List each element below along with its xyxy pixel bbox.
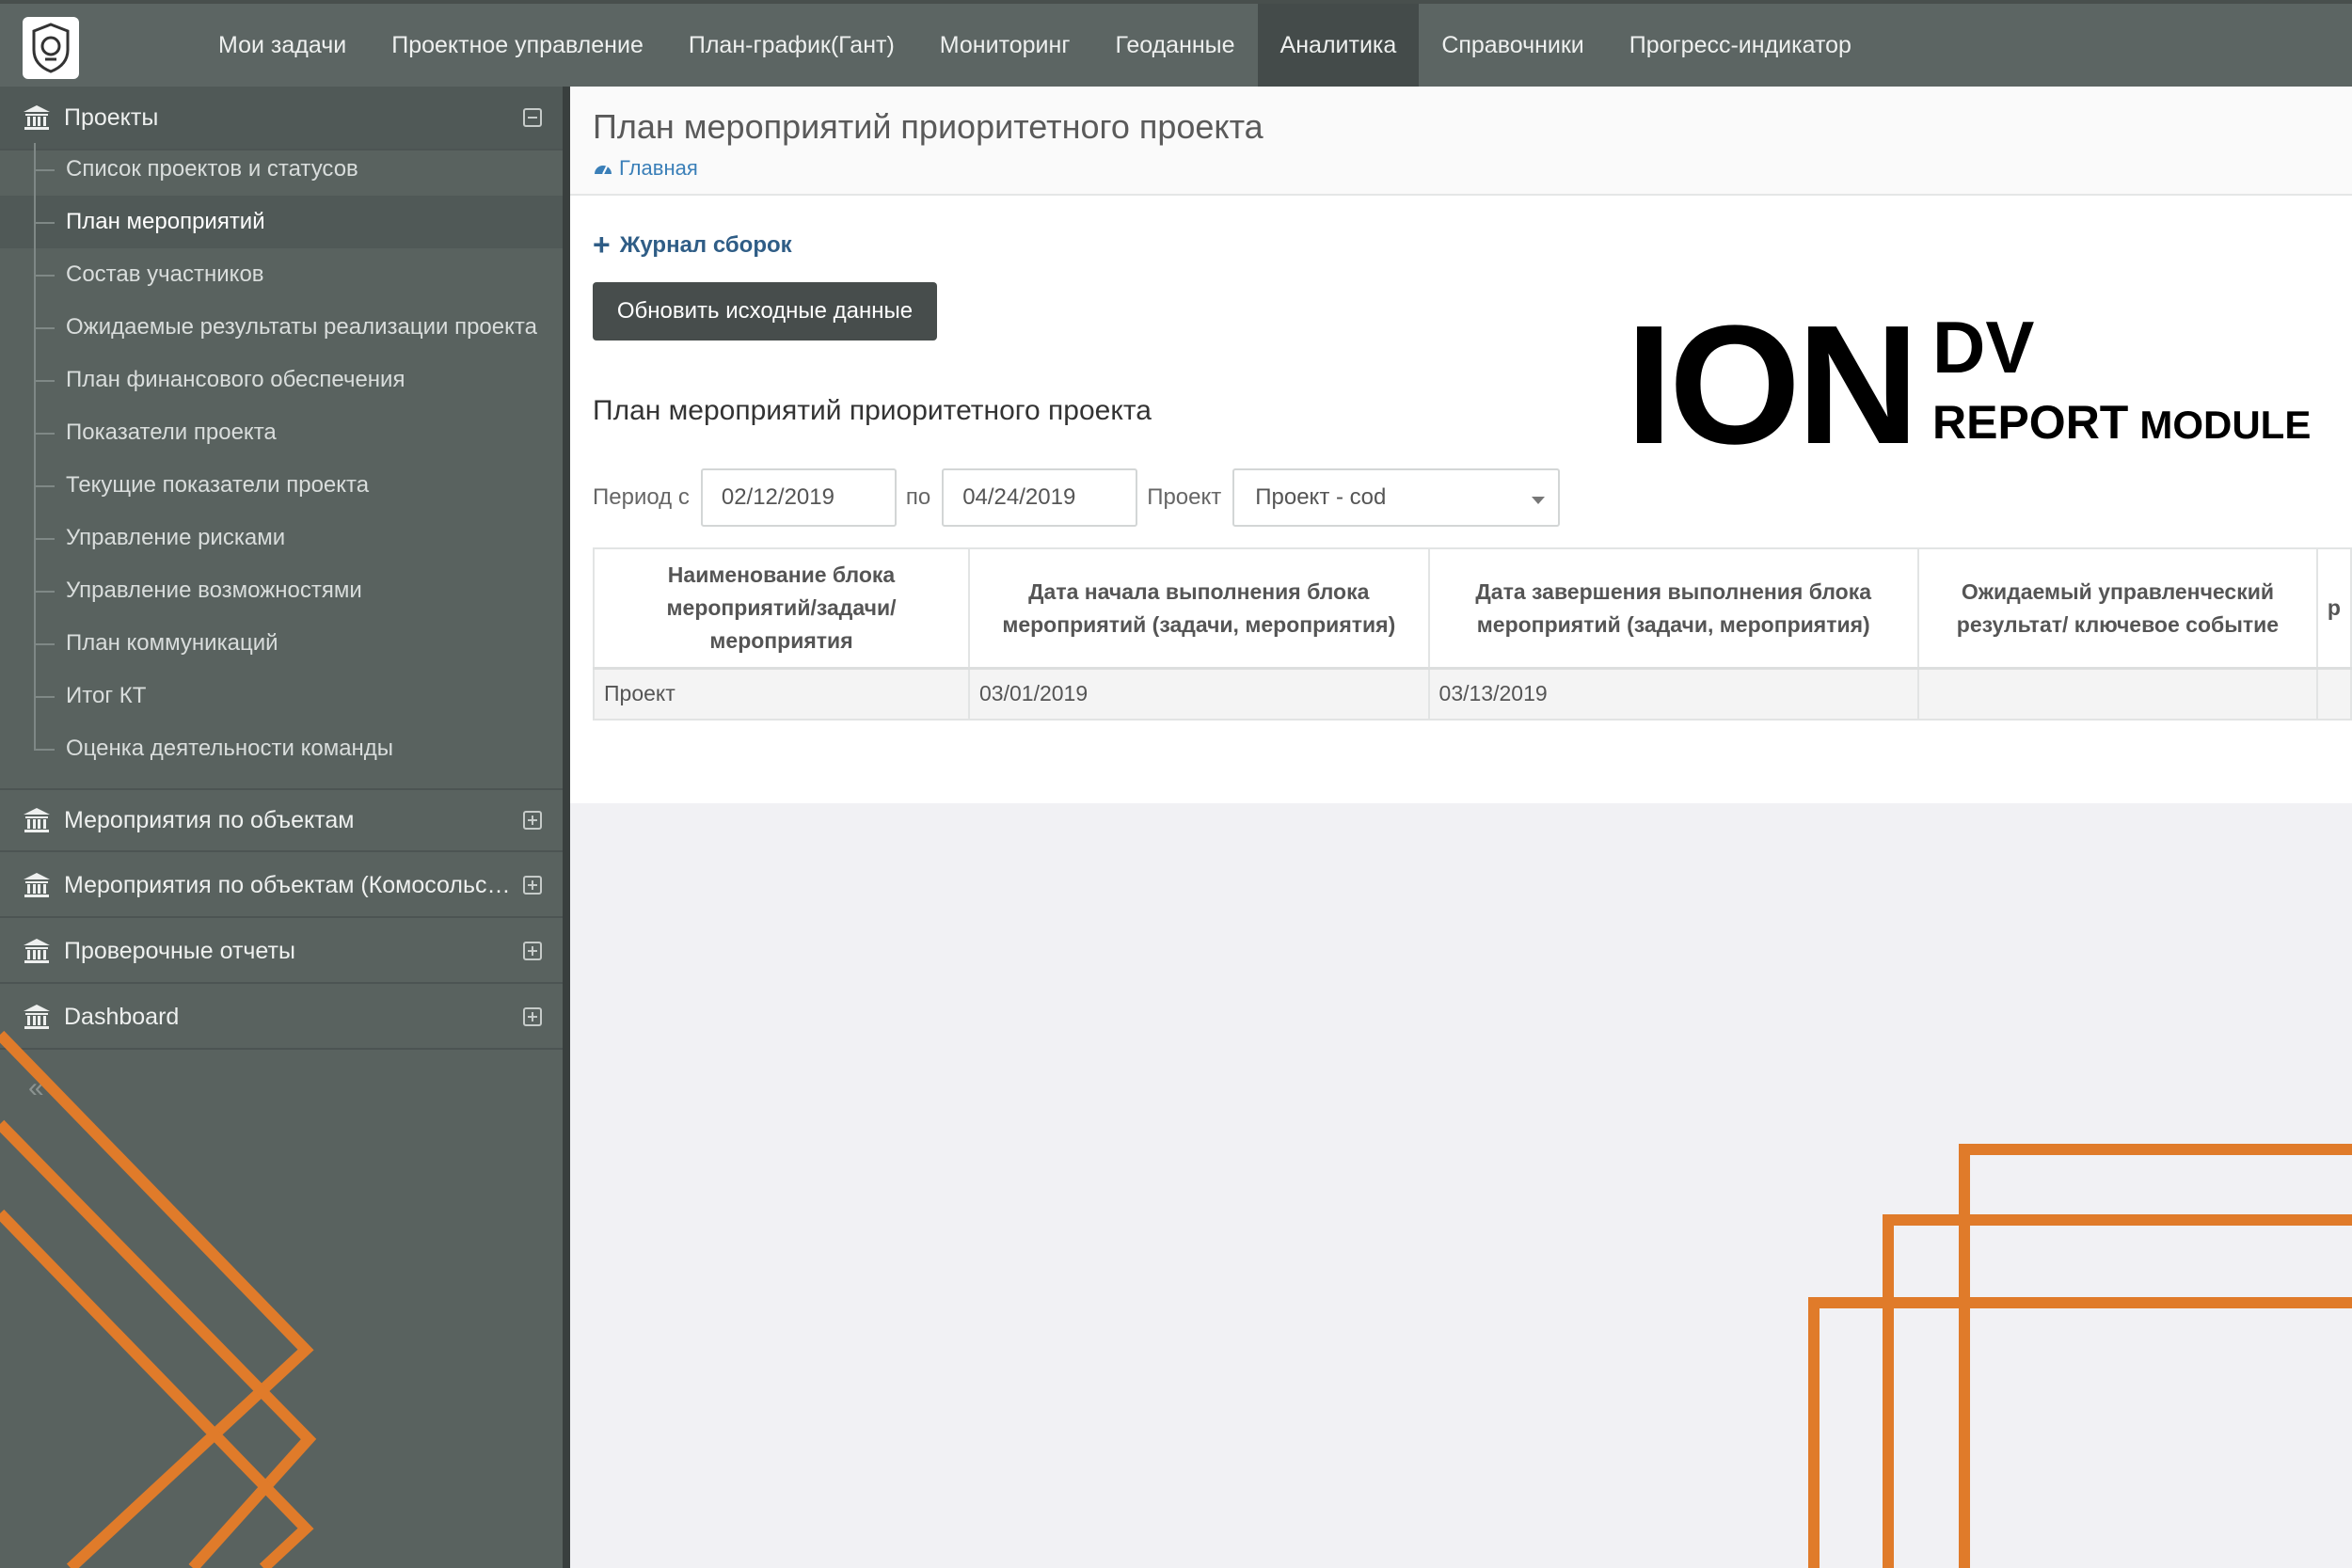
sidebar-item-opportunity-management[interactable]: Управление возможностями (0, 564, 563, 617)
table-cell: 03/01/2019 (968, 667, 1430, 721)
breadcrumb[interactable]: Главная (593, 156, 698, 181)
sidebar-divider (563, 87, 570, 1568)
table-cell: 03/13/2019 (1427, 667, 1919, 721)
sidebar-item-communication-plan[interactable]: План коммуникаций (0, 617, 563, 670)
nav-item-gantt[interactable]: План-график(Гант) (666, 4, 917, 87)
sidebar-item-action-plan[interactable]: План мероприятий (0, 196, 563, 248)
period-to-input[interactable] (942, 468, 1138, 527)
page-title: План мероприятий приоритетного проекта (593, 107, 1263, 146)
sidebar-group-check-reports[interactable]: Проверочные отчеты (0, 920, 563, 984)
institution-icon (24, 808, 50, 832)
institution-icon (24, 873, 50, 897)
column-header[interactable]: Наименование блока мероприятий/задачи/ м… (592, 547, 971, 670)
page-header: План мероприятий приоритетного проекта Г… (570, 87, 2352, 196)
sidebar-group-object-events[interactable]: Мероприятия по объектам (0, 788, 563, 852)
table-cell (2315, 667, 2352, 721)
dashboard-icon (595, 166, 612, 175)
ion-logo-text: ION (1626, 291, 1919, 480)
sidebar-group-label: Проверочные отчеты (64, 937, 295, 964)
sidebar: Проекты Список проектов и статусов План … (0, 87, 564, 1568)
refresh-data-button[interactable]: Обновить исходные данные (593, 282, 937, 341)
nav-item-references[interactable]: Справочники (1419, 4, 1606, 87)
sidebar-group-label: Мероприятия по объектам (Комосольск-на-А… (64, 871, 523, 898)
table-row[interactable]: Проект 03/01/2019 03/13/2019 (592, 667, 2352, 721)
nav-item-geodata[interactable]: Геоданные (1092, 4, 1257, 87)
institution-icon (24, 939, 50, 963)
sidebar-group-label: Dashboard (64, 1003, 180, 1030)
main-nav: Мои задачи Проектное управление План-гра… (196, 4, 1874, 87)
sidebar-group-dashboard[interactable]: Dashboard (0, 986, 563, 1050)
breadcrumb-home-link[interactable]: Главная (619, 156, 698, 181)
nav-item-project-management[interactable]: Проектное управление (369, 4, 666, 87)
table-cell: Проект (592, 667, 971, 721)
project-select-value: Проект - cod (1255, 484, 1387, 510)
table-header-row: Наименование блока мероприятий/задачи/ м… (592, 547, 2352, 670)
column-header[interactable]: р (2315, 547, 2352, 670)
sidebar-sub-list: Список проектов и статусов План мероприя… (0, 143, 563, 775)
sidebar-collapse-icon[interactable]: « (28, 1072, 44, 1104)
nav-item-progress-indicator[interactable]: Прогресс-индикатор (1607, 4, 1874, 87)
report-word: REPORT (1932, 396, 2129, 449)
sidebar-group-label: Проекты (64, 103, 159, 131)
sidebar-item-project-indicators[interactable]: Показатели проекта (0, 406, 563, 459)
period-from-input[interactable] (700, 468, 897, 527)
ion-dv-text: DV (1932, 306, 2035, 388)
collapse-toggle-icon[interactable] (523, 108, 542, 127)
column-header[interactable]: Дата начала выполнения блока мероприятий… (968, 547, 1430, 670)
sidebar-group-label: Мероприятия по объектам (64, 806, 355, 833)
institution-icon (24, 1005, 50, 1029)
column-header[interactable]: Ожидаемый управленческий результат/ ключ… (1916, 547, 2318, 670)
emblem-icon (32, 23, 70, 73)
deco-frame-1 (1959, 1144, 2352, 1568)
sidebar-item-financial-plan[interactable]: План финансового обеспечения (0, 354, 563, 406)
expand-toggle-icon[interactable] (523, 1007, 542, 1026)
report-title: План мероприятий приоритетного проекта (593, 395, 1152, 426)
nav-item-monitoring[interactable]: Мониторинг (917, 4, 1093, 87)
sidebar-group-projects[interactable]: Проекты (0, 87, 563, 150)
project-select[interactable]: Проект - cod (1232, 468, 1561, 527)
app-logo[interactable] (23, 17, 79, 79)
period-from-label: Период с (593, 484, 690, 510)
plus-icon: + (593, 228, 611, 261)
deco-frame-2 (1883, 1214, 2352, 1568)
nav-item-analytics[interactable]: Аналитика (1257, 4, 1420, 87)
period-to-label: по (905, 484, 931, 510)
sidebar-item-kt-summary[interactable]: Итог КТ (0, 670, 563, 722)
journal-link-label: Журнал сборок (619, 231, 792, 258)
sidebar-item-team-evaluation[interactable]: Оценка деятельности команды (0, 722, 563, 775)
chevron-down-icon (1532, 497, 1546, 504)
column-header[interactable]: Дата завершения выполнения блока меропри… (1427, 547, 1919, 670)
expand-toggle-icon[interactable] (523, 876, 542, 895)
sidebar-item-participants[interactable]: Состав участников (0, 248, 563, 301)
table-cell (1916, 667, 2318, 721)
sidebar-item-current-indicators[interactable]: Текущие показатели проекта (0, 459, 563, 512)
sidebar-item-risk-management[interactable]: Управление рисками (0, 512, 563, 564)
report-table: Наименование блока мероприятий/задачи/ м… (592, 547, 2352, 721)
deco-frame-3 (1808, 1297, 2352, 1568)
expand-toggle-icon[interactable] (523, 811, 542, 830)
sidebar-item-label: Ожидаемые результаты реализации проекта (66, 314, 537, 340)
nav-item-my-tasks[interactable]: Мои задачи (196, 4, 369, 87)
expand-toggle-icon[interactable] (523, 942, 542, 960)
project-label: Проект (1147, 484, 1222, 510)
sidebar-item-projects-list[interactable]: Список проектов и статусов (0, 143, 563, 196)
sidebar-group-object-events-komsomolsk[interactable]: Мероприятия по объектам (Комосольск-на-А… (0, 854, 563, 918)
top-navbar: Мои задачи Проектное управление План-гра… (0, 0, 2352, 87)
sidebar-item-expected-results[interactable]: Ожидаемые результаты реализации проекта (0, 301, 563, 354)
report-module-text: REPORT MODULE (1932, 399, 2311, 446)
module-word: MODULE (2139, 403, 2312, 447)
filters-bar: Период с по Проект Проект - cod (593, 468, 1561, 527)
institution-icon (24, 105, 50, 130)
journal-link[interactable]: + Журнал сборок (593, 228, 792, 262)
